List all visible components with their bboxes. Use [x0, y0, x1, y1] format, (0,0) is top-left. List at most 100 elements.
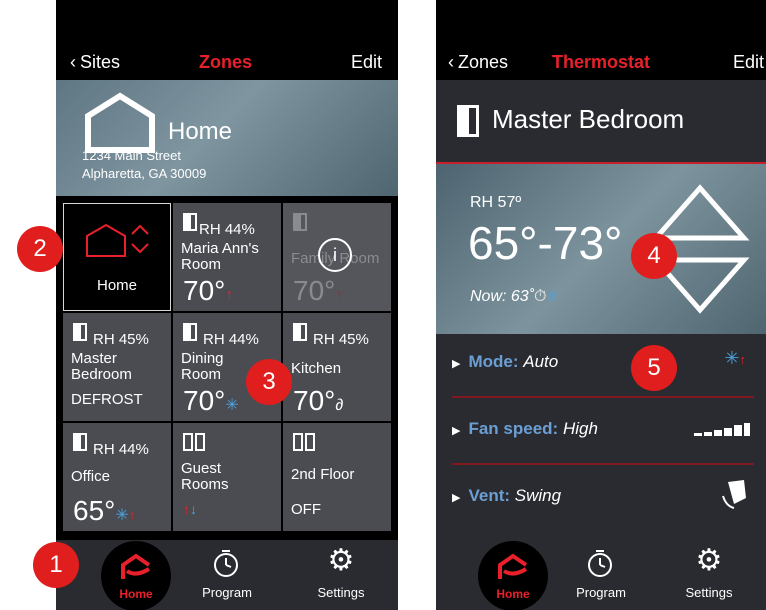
fan-speed-row[interactable]: ▶ Fan speed: High [452, 397, 754, 465]
thermostat-card: RH 57º 65°-73° Now: 63˚⏱✳ [436, 164, 766, 334]
back-to-sites-button[interactable]: ‹ Sites [70, 52, 120, 73]
edit-button[interactable]: Edit [733, 52, 764, 73]
tab-program[interactable]: Program [170, 540, 284, 610]
zone-tile-kitchen[interactable]: RH 45% Kitchen 70°∂ [283, 313, 391, 421]
site-address-line1: 1234 Main Street [82, 148, 182, 163]
stopwatch-icon: ⏱ [534, 288, 547, 305]
zone-name: 2nd Floor [291, 466, 355, 483]
zone-tile-master-bedroom[interactable]: RH 45% Master Bedroom DEFROST [63, 313, 171, 421]
site-card[interactable]: Home 1234 Main Street Alpharetta, GA 300… [56, 80, 398, 196]
nav-bar: ‹ Sites Zones Edit [56, 46, 398, 80]
zone-tile-2nd-floor[interactable]: 2nd Floor OFF [283, 423, 391, 531]
zone-temp: 70°∂ [293, 385, 344, 416]
zone-name: Dining Room [181, 350, 224, 383]
status-bar [56, 0, 398, 46]
back-to-zones-button[interactable]: ‹ Zones [448, 52, 508, 73]
current-temp: Now: 63˚⏱✳ [470, 288, 559, 305]
room-header: Master Bedroom [436, 80, 766, 164]
page-title: Thermostat [552, 52, 651, 72]
tab-bar: Home Program ⚙ Settings [56, 540, 398, 610]
humidity-label: RH 45% [313, 331, 369, 348]
tab-label: Program [576, 585, 626, 600]
tab-bar: Home Program ⚙ Settings [436, 540, 766, 610]
zone-temp: 70°↑ [183, 275, 234, 306]
fan-speed-bars-icon [694, 423, 750, 436]
zone-tile-family-room[interactable]: Family Room 70°↑ i [283, 203, 391, 311]
tab-label: Settings [685, 585, 733, 600]
zone-name: Office [71, 468, 110, 485]
gear-icon: ⚙ [695, 544, 723, 577]
caret-right-icon: ▶ [452, 358, 461, 370]
zone-name: Master Bedroom [71, 350, 132, 383]
tab-program[interactable]: Program [544, 540, 658, 610]
home-icon [498, 553, 528, 579]
home-icon [121, 553, 151, 579]
mode-row[interactable]: ▶ Mode: Auto ✳↑ [452, 330, 754, 398]
door-icon [457, 105, 479, 137]
stopwatch-icon [214, 550, 238, 577]
vent-row[interactable]: ▶ Vent: Swing [452, 464, 754, 530]
zone-status: OFF [291, 501, 321, 518]
caret-right-icon: ▶ [452, 425, 461, 437]
tab-label: Program [202, 585, 252, 600]
callout-badge-3: 3 [246, 359, 292, 405]
flame-icon: ↑ [335, 287, 344, 304]
callout-badge-5: 5 [631, 345, 677, 391]
zone-temp: 70°↑ [293, 275, 344, 306]
humidity-label: RH 44% [93, 441, 149, 458]
double-door-icon [293, 433, 315, 451]
nav-bar: ‹ Zones Thermostat Edit [436, 46, 766, 80]
door-icon [293, 323, 307, 341]
humidity-label: RH 57º [470, 194, 522, 211]
humidity-label: RH 44% [199, 221, 255, 238]
setpoint-range: 65°-73° [468, 217, 623, 269]
gear-icon: ⚙ [327, 544, 355, 577]
door-icon [293, 213, 307, 231]
chevron-left-icon: ‹ [448, 52, 454, 72]
tab-home[interactable]: Home [436, 540, 550, 610]
snowflake-icon: ✳ [115, 507, 129, 524]
snowflake-icon: ✳ [546, 288, 559, 305]
door-icon [183, 323, 197, 341]
site-name: Home [168, 118, 233, 145]
tab-label: Settings [317, 585, 365, 600]
callout-badge-2: 2 [17, 226, 63, 272]
info-icon[interactable]: i [318, 238, 352, 272]
callout-badge-4: 4 [631, 233, 677, 279]
site-address-line2: Alpharetta, GA 30009 [82, 166, 207, 181]
house-outline-icon [86, 223, 149, 257]
flame-icon: ↑ [128, 507, 136, 523]
zone-name: Home [96, 277, 137, 294]
edit-button[interactable]: Edit [351, 52, 382, 73]
zone-name: Maria Ann's Room [181, 240, 259, 273]
stopwatch-icon [588, 550, 612, 577]
zone-tile-office[interactable]: RH 44% Office 65°✳↑ [63, 423, 171, 531]
zone-name: Guest Rooms [181, 460, 229, 493]
zone-tile-guest-rooms[interactable]: Guest Rooms ↑↓ [173, 423, 281, 531]
caret-right-icon: ▶ [452, 492, 461, 504]
flame-icon: ↑ [225, 287, 234, 304]
zone-status: DEFROST [71, 391, 143, 408]
humidity-label: RH 44% [203, 331, 259, 348]
zone-temp: 65°✳↑ [73, 495, 136, 526]
zone-name: Kitchen [291, 360, 342, 377]
door-icon [183, 213, 197, 231]
room-name: Master Bedroom [492, 104, 685, 134]
door-icon [73, 323, 87, 341]
door-icon [73, 433, 87, 451]
page-title: Zones [199, 52, 253, 72]
up-down-arrows-icon: ↑↓ [183, 501, 197, 517]
zone-grid: Home RH 44% Maria Ann's Room 70°↑ Family… [56, 196, 398, 540]
zone-tile-home[interactable]: Home [63, 203, 171, 311]
zone-tile-maria-anns-room[interactable]: RH 44% Maria Ann's Room 70°↑ [173, 203, 281, 311]
double-door-icon [183, 433, 205, 451]
mode-auto-icon: ✳↑ [724, 348, 746, 368]
tab-settings[interactable]: ⚙ Settings [284, 540, 398, 610]
tab-settings[interactable]: ⚙ Settings [652, 540, 766, 610]
temp-up-button[interactable] [650, 182, 750, 242]
thermostat-screen: ‹ Zones Thermostat Edit Master Bedroom RH… [436, 0, 766, 610]
tab-label: Home [119, 587, 153, 601]
home-tab-highlight: Home [101, 541, 171, 610]
home-tab-highlight: Home [478, 541, 548, 610]
zone-temp: 70°✳ [183, 385, 239, 416]
